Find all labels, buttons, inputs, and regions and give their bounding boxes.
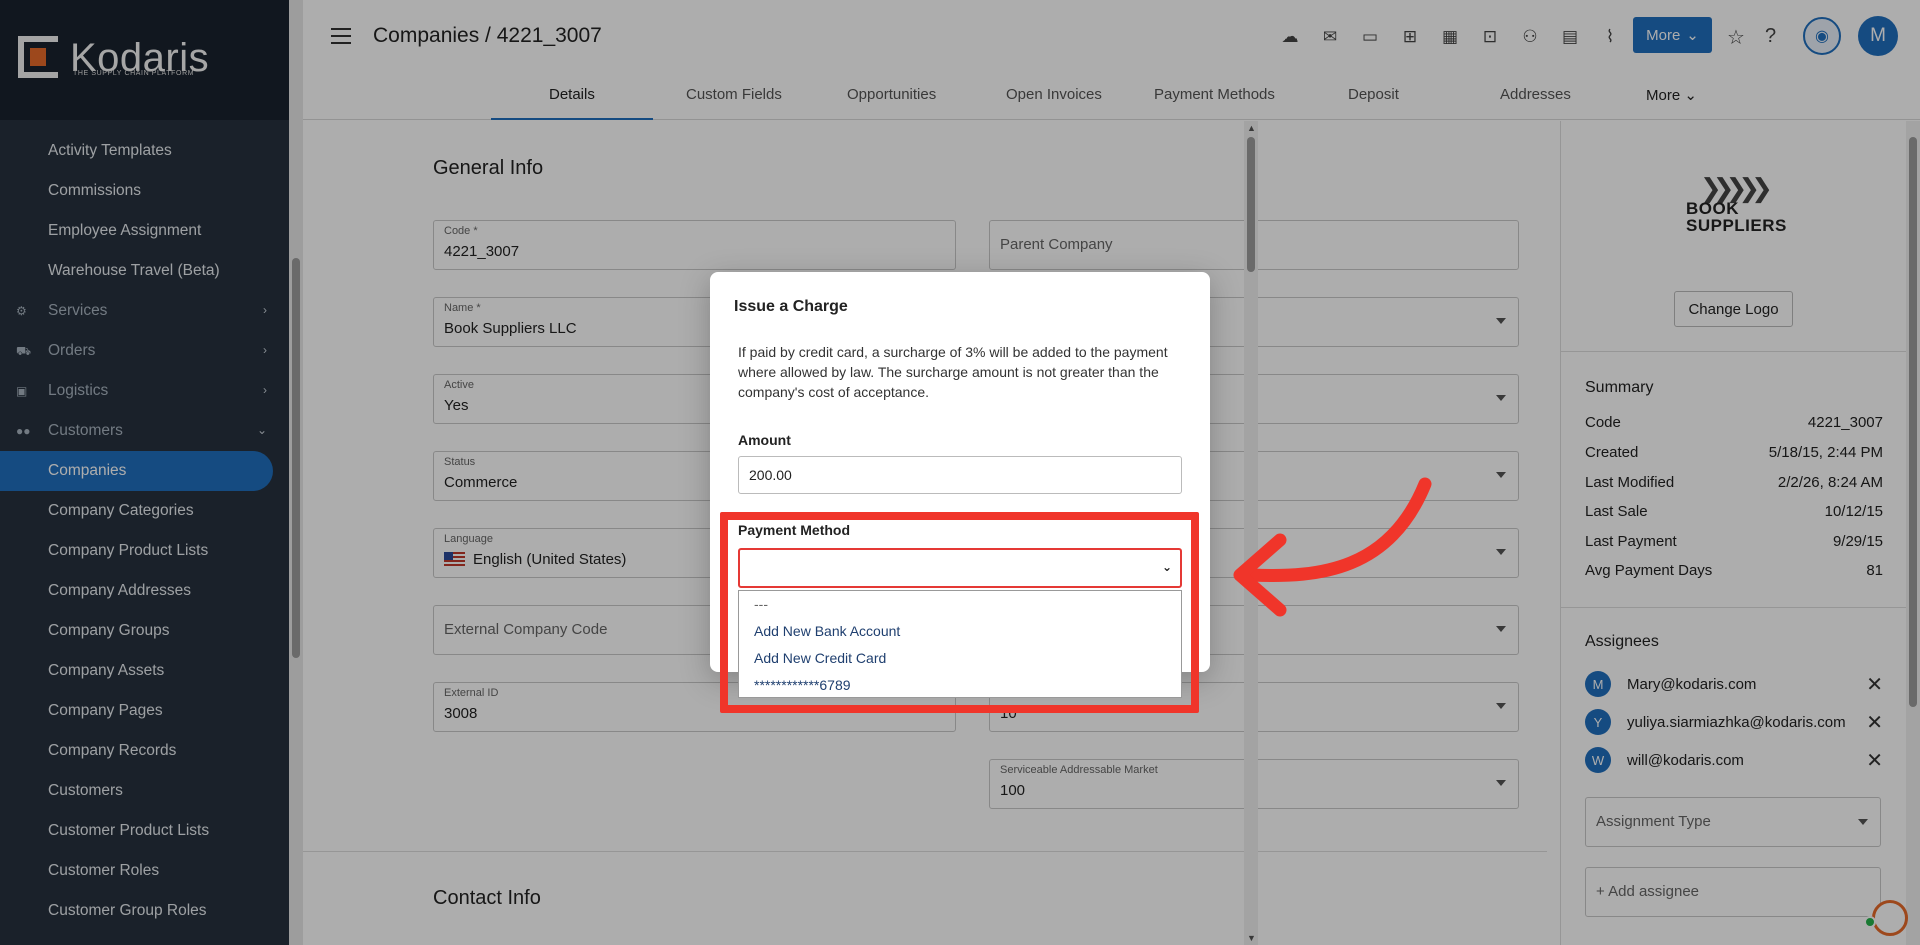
annotation-highlight-box xyxy=(720,512,1199,713)
surcharge-notice: If paid by credit card, a surcharge of 3… xyxy=(738,344,1168,400)
amount-label: Amount xyxy=(738,432,791,448)
amount-input[interactable]: 200.00 xyxy=(738,456,1182,494)
dialog-title: Issue a Charge xyxy=(734,298,848,315)
